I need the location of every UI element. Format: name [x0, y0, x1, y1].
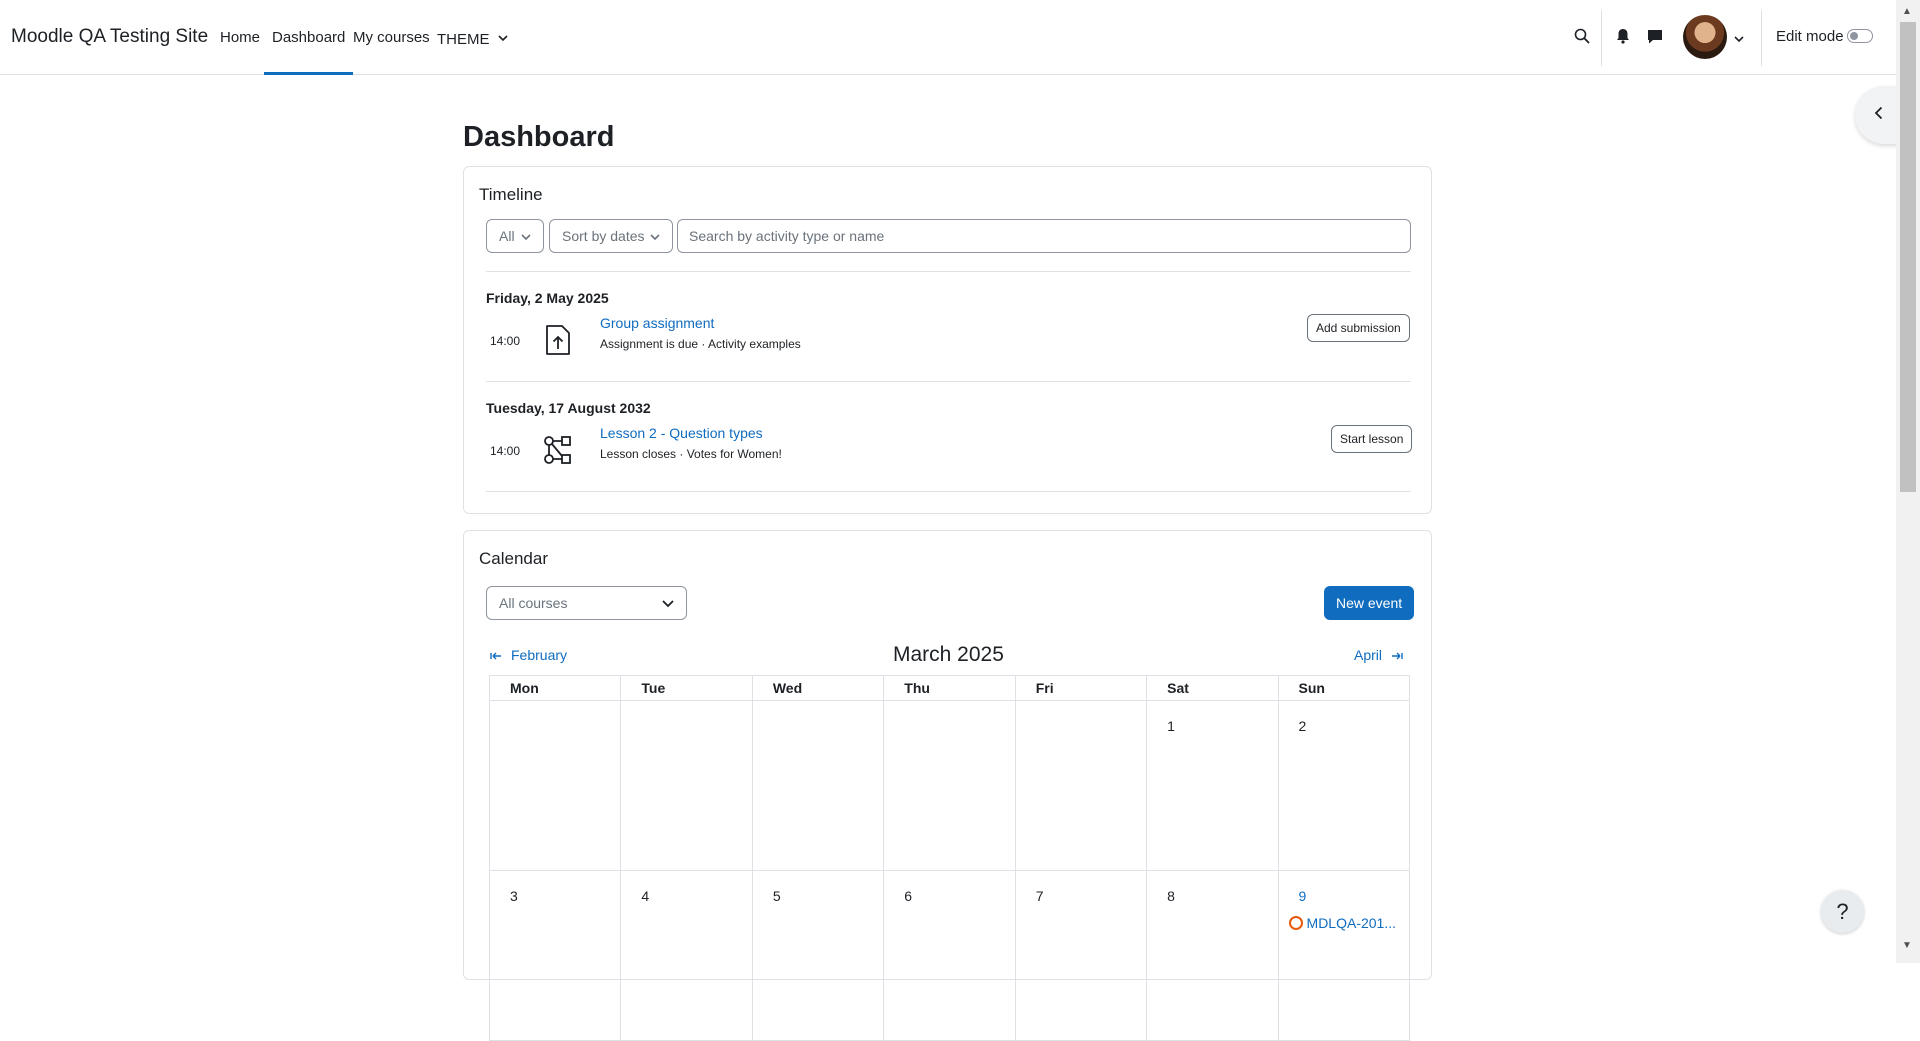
calendar-course-select[interactable]: All courses	[486, 586, 687, 620]
weekday-label: Sat	[1147, 675, 1279, 701]
navbar-divider	[1601, 10, 1602, 66]
calendar-day-cell[interactable]	[752, 701, 885, 871]
activity-subtitle: Lesson closes · Votes for Women!	[600, 447, 782, 461]
site-brand[interactable]: Moodle QA Testing Site	[11, 26, 208, 48]
event-time: 14:00	[490, 444, 521, 458]
calendar-day-cell[interactable]: 6	[884, 871, 1016, 1041]
chevron-down-icon	[650, 228, 660, 244]
calendar-title: Calendar	[479, 549, 548, 568]
next-month-label: April	[1354, 647, 1383, 663]
start-lesson-button[interactable]: Start lesson	[1331, 425, 1413, 453]
edit-mode-toggle[interactable]	[1847, 29, 1873, 43]
divider	[486, 381, 1411, 382]
nav-dashboard[interactable]: Dashboard	[264, 29, 354, 75]
calendar-month-grid: Mon Tue Wed Thu Fri Sat Sun 1 2 3 4 5 6 …	[489, 675, 1410, 1041]
calendar-block: Calendar All courses New event February …	[463, 530, 1432, 1041]
chevron-down-icon	[521, 228, 531, 244]
timeline-sort-value: Sort by dates	[562, 228, 645, 244]
previous-month-label: February	[511, 647, 568, 663]
day-link[interactable]: 9	[1299, 888, 1307, 904]
current-month-title: March 2025	[893, 643, 1004, 666]
scrollbar-thumb[interactable]	[1900, 22, 1916, 492]
calendar-weekday-header: Mon Tue Wed Thu Fri Sat Sun	[490, 675, 1410, 701]
nav-theme-menu[interactable]: THEME	[437, 29, 508, 75]
calendar-day-cell[interactable]	[1015, 701, 1148, 871]
scroll-up-arrow-icon[interactable]: ▲	[1902, 6, 1912, 17]
next-month-link[interactable]: April	[1354, 647, 1403, 663]
calendar-day-cell[interactable]	[884, 701, 1016, 871]
weekday-label: Fri	[1015, 675, 1148, 701]
navbar-divider	[1761, 10, 1762, 66]
chevron-left-icon	[1874, 106, 1883, 124]
notifications-bell-icon[interactable]	[1613, 26, 1633, 46]
calendar-day-cell[interactable]	[490, 701, 622, 871]
search-icon[interactable]	[1572, 26, 1592, 46]
weekday-label: Sun	[1278, 675, 1410, 701]
page-scrollbar[interactable]: ▲ ▼	[1896, 0, 1920, 963]
calendar-week-row: 3 4 5 6 7 8 9 MDLQA-201...	[490, 871, 1410, 1041]
calendar-day-cell[interactable]	[621, 701, 753, 871]
timeline-date-heading: Friday, 2 May 2025	[486, 290, 609, 306]
new-event-button[interactable]: New event	[1324, 586, 1415, 620]
calendar-week-row: 1 2	[490, 701, 1410, 871]
lesson-icon	[541, 433, 575, 467]
weekday-label: Mon	[490, 675, 622, 701]
nav-my-courses[interactable]: My courses	[353, 29, 430, 75]
timeline-block: Timeline All Sort by dates Friday, 2 May…	[463, 166, 1432, 514]
messages-chat-icon[interactable]	[1645, 26, 1665, 46]
calendar-event-link[interactable]: MDLQA-201...	[1288, 915, 1397, 931]
page-title: Dashboard	[463, 121, 615, 153]
activity-subtitle: Assignment is due · Activity examples	[600, 337, 801, 351]
timeline-day-filter-value: All	[499, 228, 515, 244]
help-button[interactable]: ?	[1821, 890, 1864, 933]
activity-link[interactable]: Lesson 2 - Question types	[600, 425, 763, 441]
timeline-title: Timeline	[479, 185, 543, 204]
divider	[486, 491, 1411, 492]
arrow-left-icon	[490, 647, 501, 663]
timeline-search-input[interactable]	[677, 219, 1411, 253]
arrow-right-icon	[1392, 647, 1403, 663]
top-navbar: Moodle QA Testing Site Home Dashboard My…	[0, 0, 1896, 75]
user-avatar[interactable]	[1683, 15, 1727, 59]
timeline-day-filter[interactable]: All	[486, 219, 544, 253]
scroll-down-arrow-icon[interactable]: ▼	[1902, 940, 1912, 951]
chevron-down-icon[interactable]	[1734, 30, 1744, 47]
add-submission-button[interactable]: Add submission	[1307, 314, 1410, 342]
course-event-icon	[1288, 916, 1303, 930]
calendar-day-cell[interactable]: 1	[1147, 701, 1279, 871]
calendar-event-label: MDLQA-201...	[1306, 915, 1397, 931]
calendar-day-cell-with-event[interactable]: 9 MDLQA-201...	[1278, 871, 1410, 1041]
weekday-label: Wed	[752, 675, 885, 701]
calendar-day-cell[interactable]: 4	[621, 871, 753, 1041]
nav-home[interactable]: Home	[220, 29, 260, 75]
chevron-down-icon	[662, 595, 674, 611]
calendar-day-cell[interactable]: 7	[1015, 871, 1148, 1041]
divider	[486, 271, 1411, 272]
edit-mode-label: Edit mode	[1776, 28, 1844, 45]
weekday-label: Thu	[884, 675, 1016, 701]
timeline-sort-select[interactable]: Sort by dates	[549, 219, 673, 253]
timeline-date-heading: Tuesday, 17 August 2032	[486, 400, 651, 416]
calendar-day-cell[interactable]: 2	[1278, 701, 1410, 871]
nav-dashboard-label: Dashboard	[272, 29, 346, 46]
calendar-day-cell[interactable]: 3	[490, 871, 622, 1041]
chevron-down-icon	[498, 29, 508, 46]
calendar-day-cell[interactable]: 5	[752, 871, 885, 1041]
assignment-upload-icon	[541, 323, 575, 357]
weekday-label: Tue	[621, 675, 753, 701]
open-block-drawer-button[interactable]	[1855, 86, 1901, 144]
calendar-day-cell[interactable]: 8	[1147, 871, 1279, 1041]
activity-link[interactable]: Group assignment	[600, 315, 714, 331]
nav-theme-label: THEME	[437, 31, 490, 48]
event-time: 14:00	[490, 334, 521, 348]
previous-month-link[interactable]: February	[490, 647, 567, 663]
calendar-course-value: All courses	[499, 595, 568, 611]
